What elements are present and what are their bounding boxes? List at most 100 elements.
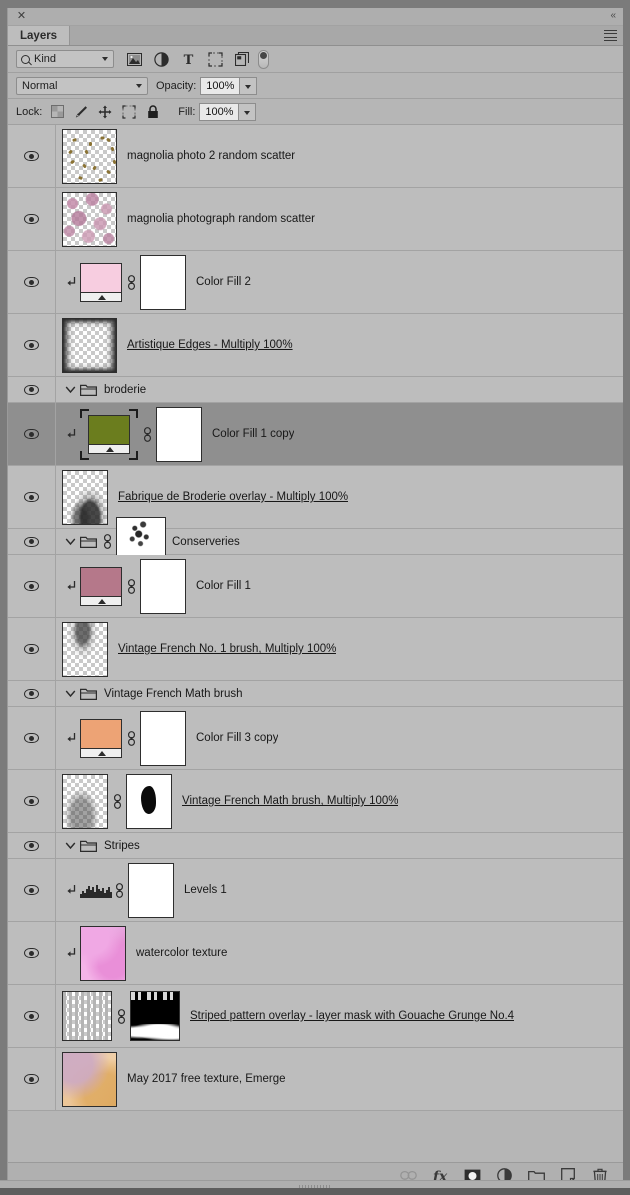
layer-visibility-toggle[interactable] bbox=[8, 859, 56, 921]
layer-mask-thumbnail[interactable] bbox=[126, 773, 172, 829]
layer-visibility-toggle[interactable] bbox=[8, 403, 56, 465]
layer-mask-link-icon[interactable] bbox=[110, 882, 128, 898]
collapse-panel-icon[interactable]: « bbox=[610, 10, 616, 22]
layer-row[interactable]: Conserveries bbox=[8, 516, 623, 567]
layer-thumbnail[interactable] bbox=[62, 128, 117, 184]
layer-row[interactable]: May 2017 free texture, Emerge bbox=[8, 1048, 623, 1111]
layer-name[interactable]: Stripes bbox=[104, 840, 140, 852]
layer-visibility-toggle[interactable] bbox=[8, 833, 56, 858]
layer-mask-thumbnail[interactable] bbox=[156, 406, 202, 462]
layer-mask-link-icon[interactable] bbox=[108, 793, 126, 809]
layer-thumbnail[interactable] bbox=[62, 1051, 117, 1107]
layer-mask-link-icon[interactable] bbox=[112, 1008, 130, 1024]
layer-mask-link-icon[interactable] bbox=[138, 426, 156, 442]
filter-kind-select[interactable]: Kind bbox=[16, 50, 114, 68]
layer-name[interactable]: Color Fill 1 copy bbox=[212, 428, 294, 440]
layer-row[interactable]: Vintage French Math brush bbox=[8, 681, 623, 707]
layer-visibility-toggle[interactable] bbox=[8, 681, 56, 706]
blend-mode-select[interactable]: Normal bbox=[16, 76, 148, 95]
panel-menu-icon[interactable] bbox=[604, 30, 617, 41]
layer-name[interactable]: Color Fill 2 bbox=[196, 276, 251, 288]
layer-mask-link-icon[interactable] bbox=[122, 578, 140, 594]
group-disclosure-triangle[interactable] bbox=[62, 537, 78, 546]
layer-thumbnail[interactable] bbox=[62, 191, 117, 247]
layer-row[interactable]: watercolor texture bbox=[8, 922, 623, 985]
lock-transparent-pixels-icon[interactable] bbox=[50, 105, 64, 119]
layer-name[interactable]: Vintage French Math brush, Multiply 100% bbox=[182, 795, 398, 807]
layer-mask-thumbnail[interactable] bbox=[130, 991, 180, 1041]
layer-thumbnail[interactable] bbox=[62, 469, 108, 525]
group-disclosure-triangle[interactable] bbox=[62, 385, 78, 394]
layer-name[interactable]: Levels 1 bbox=[184, 884, 227, 896]
layer-thumbnail[interactable] bbox=[62, 317, 117, 373]
layer-row[interactable]: Striped pattern overlay - layer mask wit… bbox=[8, 985, 623, 1048]
fill-input[interactable]: 100% bbox=[199, 102, 240, 121]
layer-name[interactable]: broderie bbox=[104, 384, 146, 396]
layer-row[interactable]: broderie bbox=[8, 377, 623, 403]
layer-row[interactable]: Color Fill 1 bbox=[8, 555, 623, 618]
filter-enable-toggle[interactable] bbox=[258, 49, 269, 69]
close-icon[interactable]: ✕ bbox=[16, 10, 27, 22]
layer-visibility-toggle[interactable] bbox=[8, 314, 56, 376]
layer-thumbnail[interactable] bbox=[80, 925, 126, 981]
layer-list[interactable]: magnolia photo 2 random scatter magnolia … bbox=[8, 125, 623, 1162]
filter-pixel-layers-icon[interactable] bbox=[126, 51, 142, 67]
lock-artboard-nesting-icon[interactable] bbox=[122, 104, 136, 119]
layer-row[interactable]: Color Fill 2 bbox=[8, 251, 623, 314]
layer-name[interactable]: magnolia photo 2 random scatter bbox=[127, 150, 295, 162]
layer-thumbnail[interactable] bbox=[62, 621, 108, 677]
lock-image-pixels-icon[interactable] bbox=[74, 105, 88, 119]
layer-row[interactable]: Stripes bbox=[8, 833, 623, 859]
lock-position-icon[interactable] bbox=[98, 105, 112, 119]
fill-stepper[interactable] bbox=[239, 102, 257, 121]
layer-name[interactable]: May 2017 free texture, Emerge bbox=[127, 1073, 286, 1085]
layer-row[interactable]: Color Fill 1 copy bbox=[8, 403, 623, 466]
filter-shape-layers-icon[interactable] bbox=[207, 51, 223, 67]
layer-row[interactable]: Vintage French No. 1 brush, Multiply 100… bbox=[8, 618, 623, 681]
layer-mask-thumbnail[interactable] bbox=[128, 862, 174, 918]
layer-mask-thumbnail[interactable] bbox=[140, 558, 186, 614]
layer-visibility-toggle[interactable] bbox=[8, 377, 56, 402]
layer-visibility-toggle[interactable] bbox=[8, 555, 56, 617]
filter-smart-object-layers-icon[interactable] bbox=[234, 51, 250, 67]
layer-visibility-toggle[interactable] bbox=[8, 770, 56, 832]
layer-visibility-toggle[interactable] bbox=[8, 251, 56, 313]
layer-row[interactable]: Fabrique de Broderie overlay - Multiply … bbox=[8, 466, 623, 529]
layer-name[interactable]: Fabrique de Broderie overlay - Multiply … bbox=[118, 491, 348, 503]
layer-name[interactable]: magnolia photograph random scatter bbox=[127, 213, 315, 225]
layer-mask-thumbnail[interactable] bbox=[140, 254, 186, 310]
layer-visibility-toggle[interactable] bbox=[8, 125, 56, 187]
fill-layer-thumbnail[interactable] bbox=[80, 718, 122, 758]
layer-row[interactable]: magnolia photo 2 random scatter bbox=[8, 125, 623, 188]
layer-visibility-toggle[interactable] bbox=[8, 707, 56, 769]
layer-mask-link-icon[interactable] bbox=[122, 274, 140, 290]
layer-mask-link-icon[interactable] bbox=[98, 534, 116, 549]
layer-name[interactable]: Vintage French Math brush bbox=[104, 688, 243, 700]
fill-layer-thumbnail[interactable] bbox=[80, 262, 122, 302]
fill-layer-thumbnail[interactable] bbox=[80, 566, 122, 606]
layer-name[interactable]: Vintage French No. 1 brush, Multiply 100… bbox=[118, 643, 336, 655]
layer-visibility-toggle[interactable] bbox=[8, 922, 56, 984]
layer-visibility-toggle[interactable] bbox=[8, 466, 56, 528]
layer-row[interactable]: Vintage French Math brush, Multiply 100% bbox=[8, 770, 623, 833]
tab-layers[interactable]: Layers bbox=[8, 26, 71, 45]
opacity-stepper[interactable] bbox=[240, 76, 258, 95]
opacity-input[interactable]: 100% bbox=[200, 76, 241, 95]
layer-name[interactable]: Color Fill 3 copy bbox=[196, 732, 278, 744]
layer-name[interactable]: Conserveries bbox=[172, 536, 240, 548]
layer-visibility-toggle[interactable] bbox=[8, 985, 56, 1047]
layer-row[interactable]: Levels 1 bbox=[8, 859, 623, 922]
layer-mask-link-icon[interactable] bbox=[122, 730, 140, 746]
layer-visibility-toggle[interactable] bbox=[8, 618, 56, 680]
layer-row[interactable]: Color Fill 3 copy bbox=[8, 707, 623, 770]
group-disclosure-triangle[interactable] bbox=[62, 841, 78, 850]
group-disclosure-triangle[interactable] bbox=[62, 689, 78, 698]
layer-thumbnail[interactable] bbox=[62, 773, 108, 829]
layer-name[interactable]: Striped pattern overlay - layer mask wit… bbox=[190, 1010, 514, 1022]
layer-thumbnail[interactable] bbox=[62, 991, 112, 1041]
filter-adjustment-layers-icon[interactable] bbox=[153, 51, 169, 67]
fill-layer-thumbnail[interactable] bbox=[88, 414, 130, 454]
layer-name[interactable]: Color Fill 1 bbox=[196, 580, 251, 592]
layer-row[interactable]: Artistique Edges - Multiply 100% bbox=[8, 314, 623, 377]
lock-all-icon[interactable] bbox=[146, 104, 160, 119]
